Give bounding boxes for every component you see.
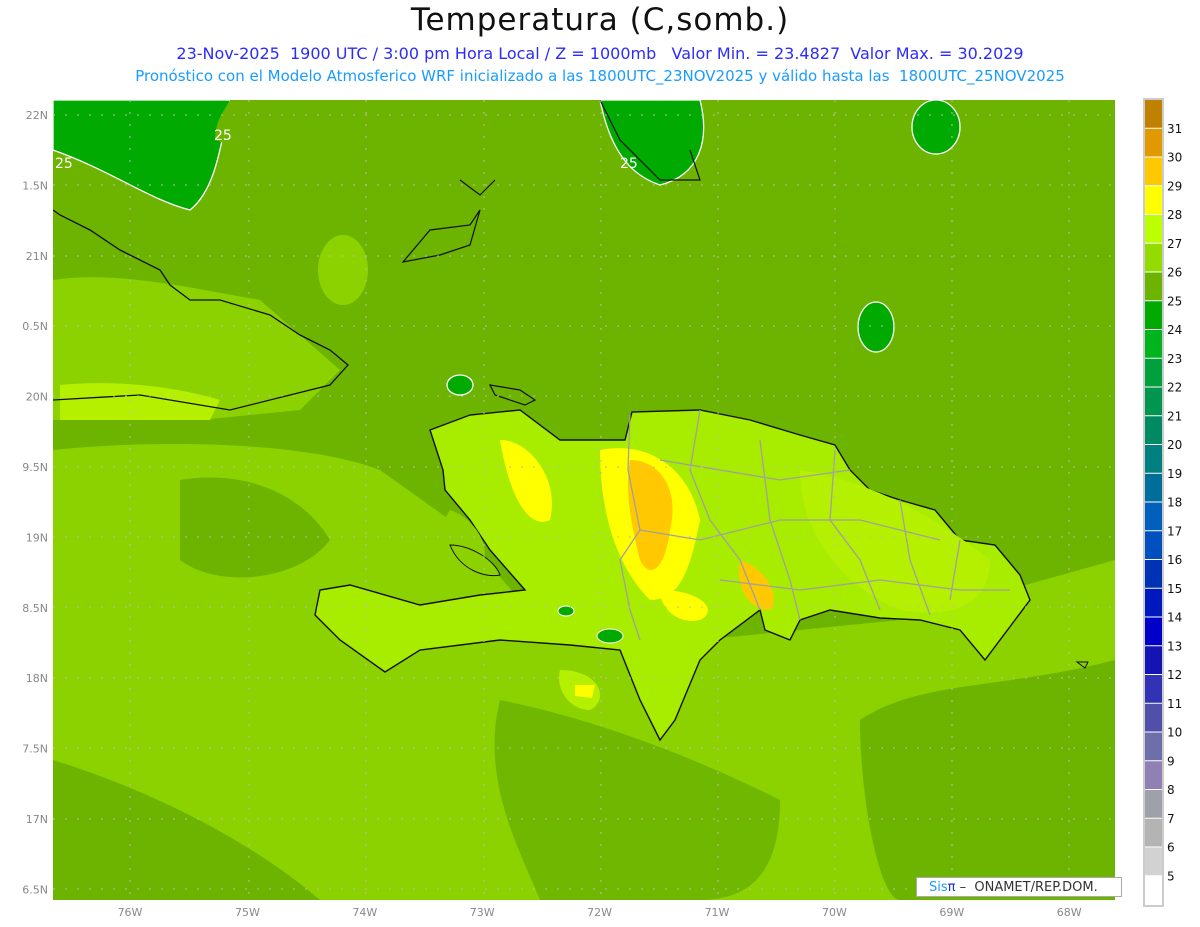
colorbar-swatch (1145, 387, 1162, 416)
colorbar-label: 20 (1167, 438, 1182, 452)
colorbar-swatch (1145, 128, 1162, 157)
colorbar-label: 19 (1167, 467, 1182, 481)
colorbar-label: 15 (1167, 582, 1182, 596)
colorbar-label: 26 (1167, 266, 1182, 280)
lat-label: 17N (26, 813, 48, 826)
colorbar-swatch (1145, 732, 1162, 761)
lat-label: 9.5N (22, 461, 48, 474)
credit-text: – ONAMET/REP.DOM. (955, 880, 1098, 895)
colorbar-label: 22 (1167, 381, 1182, 395)
colorbar-swatch (1145, 416, 1162, 444)
colorbar-swatch (1145, 243, 1162, 272)
colorbar-swatch (1145, 186, 1162, 214)
contour-label: 25 (55, 156, 73, 172)
colorbar-swatch (1145, 502, 1162, 531)
colorbar-swatch (1145, 703, 1162, 732)
colorbar-label: 7 (1167, 812, 1175, 826)
colorbar-swatch (1145, 358, 1162, 387)
colorbar-label: 16 (1167, 553, 1182, 567)
lat-label: 8.5N (22, 602, 48, 615)
colorbar-swatch (1145, 100, 1162, 128)
colorbar-label: 14 (1167, 611, 1182, 625)
colorbar-swatch (1145, 157, 1162, 186)
credit-box: Sisπ – ONAMET/REP.DOM. (916, 877, 1122, 897)
lat-label: 20N (26, 391, 48, 404)
colorbar-swatch (1145, 272, 1162, 301)
colorbar-swatch (1145, 876, 1162, 904)
colorbar-label: 29 (1167, 179, 1182, 193)
colorbar-label: 23 (1167, 352, 1182, 366)
credit-sis: Sis (929, 880, 948, 895)
colorbar-label: 28 (1167, 208, 1182, 222)
lon-label: 69W (939, 906, 964, 919)
map-field: 25 25 25 (53, 100, 1115, 900)
temperature-map: 25 25 25 76W 75W 74W 73W 72W 71W 70W 69W 68W 22N… (22, 98, 1182, 919)
lon-label: 72W (587, 906, 612, 919)
colorbar-label: 8 (1167, 783, 1175, 797)
colorbar-swatch (1145, 445, 1162, 473)
lat-label: 7.5N (22, 743, 48, 756)
lat-label: 6.5N (22, 883, 48, 896)
colorbar-label: 5 (1167, 869, 1175, 883)
colorbar-swatch (1145, 330, 1162, 358)
colorbar-swatch (1145, 473, 1162, 502)
lat-label: 1.5N (22, 179, 48, 192)
forecast-time-line: 23-Nov-2025 1900 UTC / 3:00 pm Hora Loca… (176, 44, 1024, 63)
lat-label: 18N (26, 672, 48, 685)
colorbar-label: 27 (1167, 237, 1182, 251)
lon-label: 76W (118, 906, 143, 919)
lon-label: 75W (235, 906, 260, 919)
colorbar-swatch (1145, 818, 1162, 847)
colorbar-label: 13 (1167, 639, 1182, 653)
colorbar-label: 31 (1167, 122, 1182, 136)
map-title: Temperatura (C,somb.) (410, 2, 790, 38)
lat-label: 19N (26, 531, 48, 544)
lon-label: 68W (1057, 906, 1082, 919)
colorbar-label: 12 (1167, 668, 1182, 682)
colorbar-swatch (1145, 301, 1162, 329)
colorbar-label: 6 (1167, 841, 1175, 855)
colorbar-label: 30 (1167, 151, 1182, 165)
longitude-labels: 76W 75W 74W 73W 72W 71W 70W 69W 68W (118, 906, 1082, 919)
colorbar-swatch (1145, 646, 1162, 674)
colorbar-swatch (1145, 588, 1162, 617)
lat-label: 22N (26, 109, 48, 122)
lon-label: 71W (705, 906, 730, 919)
colorbar-swatch (1145, 847, 1162, 876)
latitude-labels: 22N 1.5N 21N 0.5N 20N 9.5N 19N 8.5N 18N 7.5N 17N 6.… (22, 109, 48, 896)
colorbar-label: 11 (1167, 697, 1182, 711)
colorbar-swatch (1145, 761, 1162, 789)
colorbar-label: 21 (1167, 409, 1182, 423)
colorbar-label: 17 (1167, 524, 1182, 538)
colorbar-label: 9 (1167, 754, 1175, 768)
colorbar-swatch (1145, 790, 1162, 818)
colorbar-swatch (1145, 675, 1162, 703)
lon-label: 70W (822, 906, 847, 919)
lon-label: 74W (352, 906, 377, 919)
colorbar: 31 30 29 28 27 26 25 24 23 22 21 20 19 18 17 16 15 14 13 12… (1143, 98, 1182, 907)
lat-label: 0.5N (22, 320, 48, 333)
colorbar-label: 18 (1167, 496, 1182, 510)
lat-label: 21N (26, 250, 48, 263)
model-info-line: Pronóstico con el Modelo Atmosferico WRF… (135, 67, 1065, 85)
colorbar-swatch (1145, 617, 1162, 646)
colorbar-label: 10 (1167, 726, 1182, 740)
colorbar-label: 25 (1167, 294, 1182, 308)
colorbar-swatch (1145, 560, 1162, 588)
colorbar-swatch (1145, 531, 1162, 559)
contour-label: 25 (620, 156, 638, 172)
lon-label: 73W (470, 906, 495, 919)
colorbar-label: 24 (1167, 323, 1182, 337)
colorbar-swatch (1145, 215, 1162, 243)
contour-label: 25 (214, 128, 232, 144)
